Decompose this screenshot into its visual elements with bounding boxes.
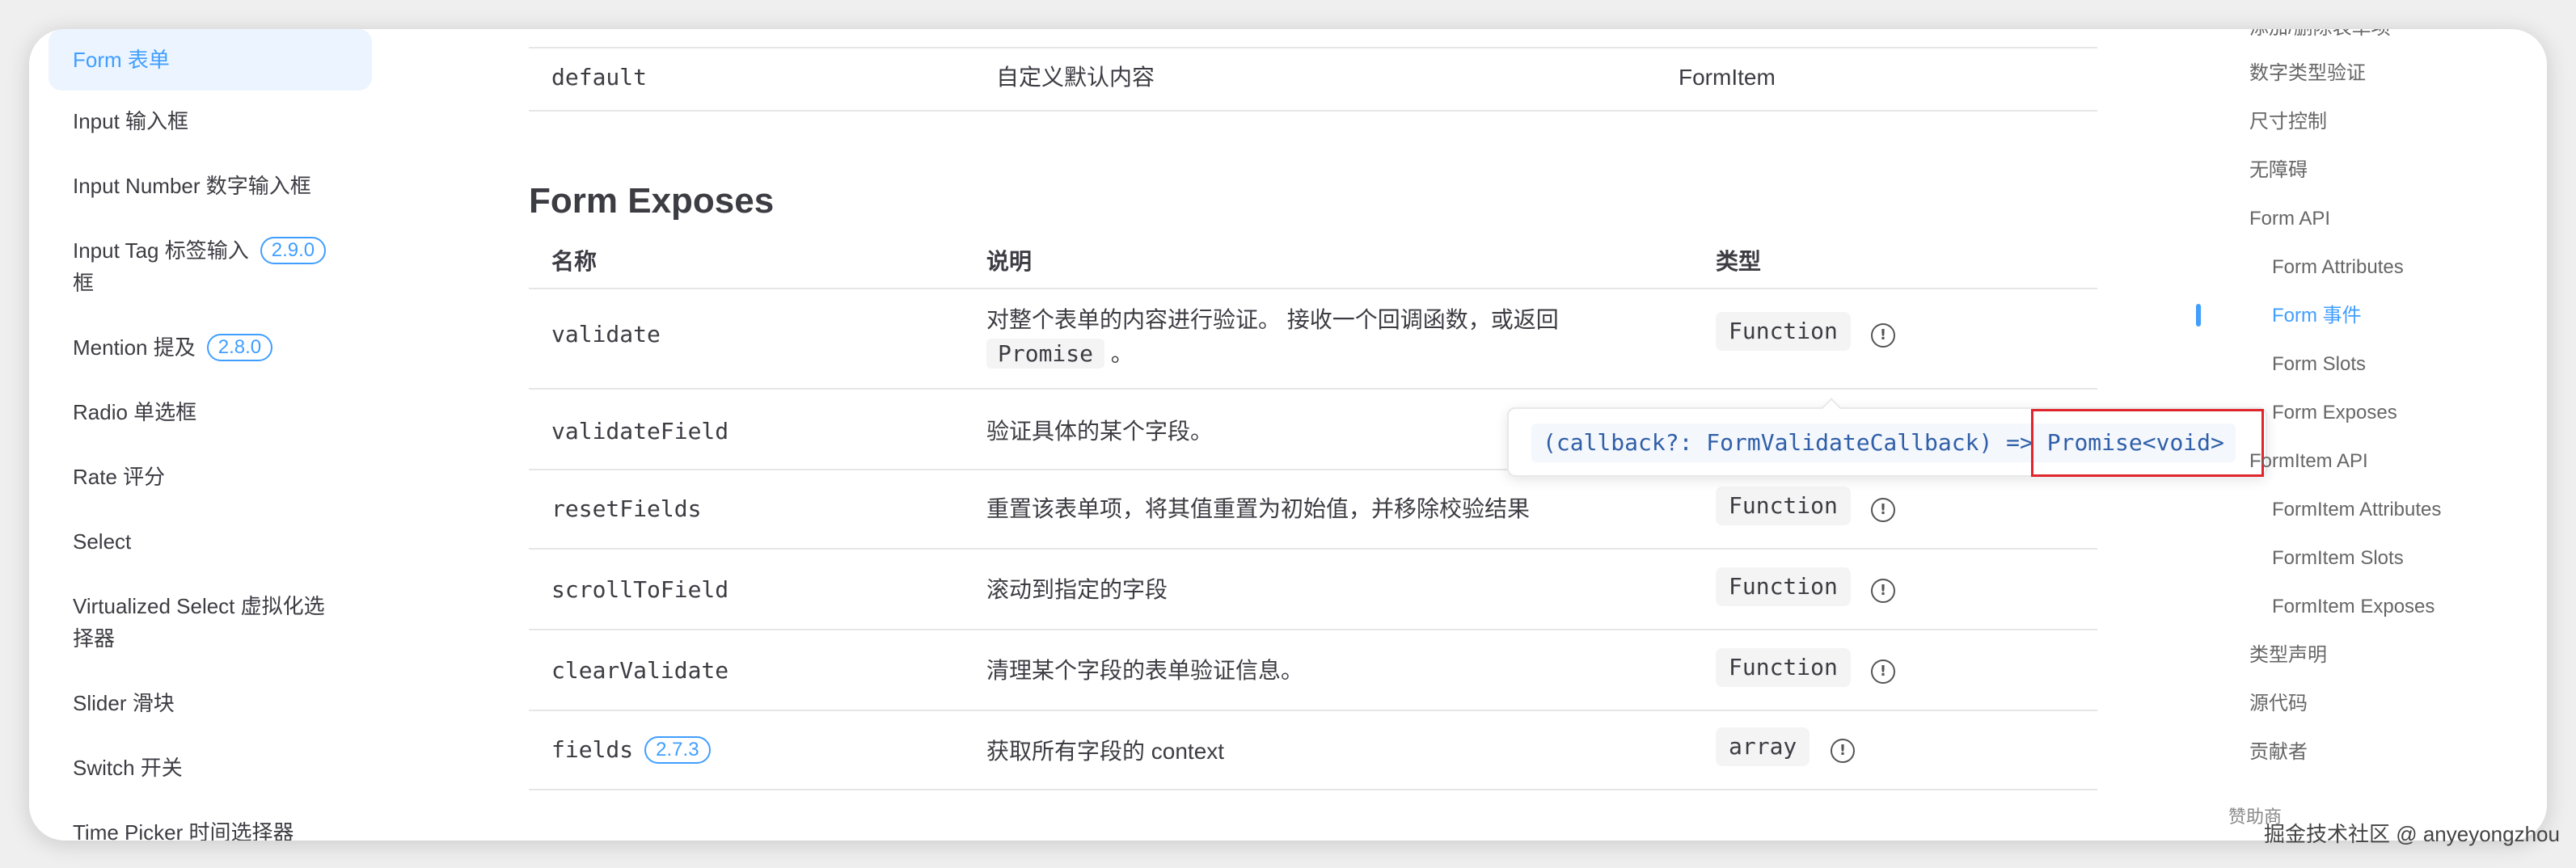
toc-item[interactable]: Form Exposes	[2272, 399, 2397, 427]
table-divider	[529, 288, 2097, 289]
table-row-desc: 重置该表单项，将其值重置为初始值，并移除校验结果	[986, 496, 1531, 521]
type-chip: Function	[1716, 567, 1851, 606]
sidebar-item-label: Input 输入框	[73, 109, 189, 133]
toc-active-marker	[2196, 304, 2201, 327]
sidebar-item-input[interactable]: Input 输入框	[49, 105, 372, 137]
table-divider	[529, 629, 2097, 630]
sidebar-item-label: Radio 单选框	[73, 400, 197, 424]
table-row-name: validateField	[551, 418, 729, 445]
toc-item[interactable]: Form Attributes	[2272, 254, 2404, 281]
sidebar-item-label: Input Tag 标签输入	[73, 238, 249, 263]
table-divider	[529, 710, 2097, 711]
inline-code: Promise	[986, 339, 1105, 369]
toc-item[interactable]: FormItem Exposes	[2272, 593, 2435, 621]
table-row-name: scrollToField	[551, 576, 729, 603]
sidebar-item-label: Time Picker 时间选择器	[73, 820, 294, 841]
column-header-type: 类型	[1716, 249, 1762, 274]
sidebar-item-form[interactable]: Form 表单	[49, 29, 372, 91]
sidebar-item-switch[interactable]: Switch 开关	[49, 752, 372, 784]
type-chip: array	[1716, 727, 1810, 766]
type-chip: Function	[1716, 312, 1851, 351]
sidebar-item-input-number[interactable]: Input Number 数字输入框	[49, 170, 372, 202]
toc-item-active[interactable]: Form 事件	[2272, 302, 2362, 330]
sidebar-nav: Form 表单 Input 输入框 Input Number 数字输入框 Inp…	[29, 29, 417, 841]
toc-item[interactable]: FormItem API	[2249, 448, 2368, 475]
sidebar-item-label: Form 表单	[73, 48, 170, 72]
toc-item[interactable]: Form Slots	[2272, 351, 2366, 378]
sidebar-item-label: Select	[73, 529, 132, 554]
toc-item[interactable]: 尺寸控制	[2249, 108, 2327, 136]
table-row-name: resetFields	[551, 495, 702, 522]
toc-item[interactable]: 无障碍	[2249, 157, 2308, 184]
sidebar-item-slider[interactable]: Slider 滑块	[49, 687, 372, 719]
version-badge: 2.9.0	[260, 237, 327, 264]
toc-item[interactable]: 贡献者	[2249, 739, 2308, 766]
table-row-desc: 验证具体的某个字段。	[986, 419, 1214, 444]
sidebar-item-radio[interactable]: Radio 单选框	[49, 396, 372, 428]
table-divider	[529, 47, 2097, 48]
table-row-name-cell: fields 2.7.3	[551, 734, 711, 766]
type-chip: Function	[1716, 648, 1851, 687]
sidebar-item-rate[interactable]: Rate 评分	[49, 461, 372, 493]
section-title: Form Exposes	[529, 181, 775, 221]
docs-window: Form 表单 Input 输入框 Input Number 数字输入框 Inp…	[29, 29, 2547, 841]
table-row-name: validate	[551, 321, 661, 348]
top-row-name: default	[551, 64, 648, 91]
table-row-desc: 对整个表单的内容进行验证。 接收一个回调函数，或返回 Promise 。	[986, 304, 1601, 370]
info-icon[interactable]: !	[1871, 323, 1895, 348]
desc-text: 对整个表单的内容进行验证。 接收一个回调函数，或返回	[986, 307, 1559, 332]
type-chip: Function	[1716, 487, 1851, 525]
sidebar-item-select[interactable]: Select	[49, 525, 372, 558]
sidebar-item-label-line2: 择器	[73, 626, 116, 651]
sidebar-item-label: Slider 滑块	[73, 691, 175, 715]
table-row-name: fields	[551, 736, 634, 763]
toc-item[interactable]: 数字类型验证	[2249, 60, 2366, 87]
table-row-name: clearValidate	[551, 657, 729, 684]
desc-tail: 。	[1110, 341, 1134, 366]
sidebar-item-time-picker[interactable]: Time Picker 时间选择器	[49, 816, 372, 841]
toc-item[interactable]: 源代码	[2249, 690, 2308, 718]
toc-panel: 添加/删除表单项 数字类型验证 尺寸控制 无障碍 Form API Form A…	[2196, 29, 2547, 841]
table-divider	[529, 548, 2097, 550]
table-divider	[529, 110, 2097, 112]
version-badge: 2.7.3	[644, 736, 711, 764]
toc-item[interactable]: FormItem Slots	[2272, 545, 2404, 572]
toc-item[interactable]: 类型声明	[2249, 642, 2327, 669]
table-row-desc: 清理某个字段的表单验证信息。	[986, 658, 1304, 683]
table-row-desc: 滚动到指定的字段	[986, 577, 1168, 602]
toc-item[interactable]: 添加/删除表单项	[2249, 29, 2391, 42]
sidebar-item-label: Mention 提及	[73, 335, 196, 360]
sidebar-item-mention[interactable]: Mention 提及 2.8.0	[49, 331, 372, 364]
sidebar-item-input-tag[interactable]: Input Tag 标签输入 2.9.0 框	[49, 234, 372, 299]
version-badge: 2.8.0	[206, 334, 273, 361]
watermark: 掘金技术社区 @ anyeyongzhou	[2264, 822, 2560, 846]
column-header-name: 名称	[551, 249, 598, 274]
info-icon[interactable]: !	[1831, 739, 1855, 763]
info-icon[interactable]: !	[1871, 498, 1895, 522]
sidebar-item-label: Rate 评分	[73, 465, 166, 489]
sidebar-item-virtualized-select[interactable]: Virtualized Select 虚拟化选 择器	[49, 590, 372, 655]
sidebar-item-label: Input Number 数字输入框	[73, 174, 311, 198]
top-row-type: FormItem	[1679, 65, 1776, 90]
column-header-desc: 说明	[986, 249, 1033, 274]
sidebar-item-label: Virtualized Select 虚拟化选	[73, 594, 325, 618]
table-divider	[529, 789, 2097, 790]
toc-item[interactable]: Form API	[2249, 205, 2330, 233]
top-row-desc: 自定义默认内容	[996, 65, 1155, 90]
info-icon[interactable]: !	[1871, 659, 1895, 684]
toc-item[interactable]: FormItem Attributes	[2272, 496, 2441, 524]
table-divider	[529, 388, 2097, 390]
table-row-desc: 获取所有字段的 context	[986, 739, 1225, 764]
sidebar-item-label: Switch 开关	[73, 756, 183, 780]
info-icon[interactable]: !	[1871, 579, 1895, 603]
sidebar-item-label-line2: 框	[73, 271, 95, 295]
